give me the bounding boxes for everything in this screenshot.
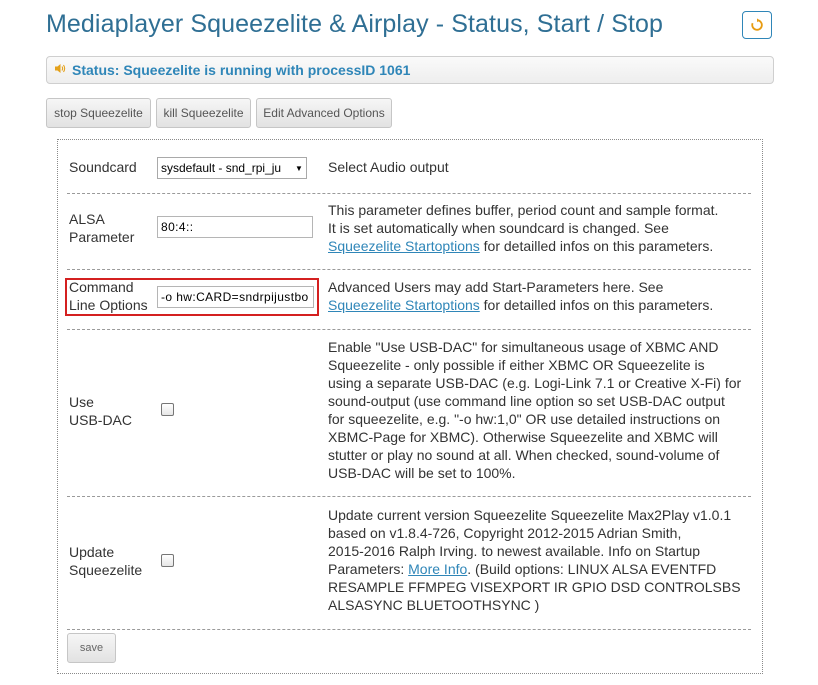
alsa-desc-line1: This parameter defines buffer, period co… [328, 202, 719, 218]
save-button[interactable]: save [67, 633, 116, 663]
squeezelite-startoptions-link[interactable]: Squeezelite Startoptions [328, 238, 480, 254]
usb-desc-line: XBMC-Page for XBMC). Otherwise Squeezeli… [328, 429, 718, 445]
status-text: Status: Squeezelite is running with proc… [72, 62, 411, 78]
update-squeezelite-checkbox[interactable] [161, 554, 174, 567]
usb-desc-line: sound-output (use command line option so… [328, 393, 725, 409]
refresh-button[interactable] [742, 11, 772, 39]
update-desc-line4-post: . (Build options: LINUX ALSA EVENTFD [467, 561, 717, 577]
kill-squeezelite-button[interactable]: kill Squeezelite [156, 98, 251, 128]
update-desc-line1: Update current version Squeezelite Squee… [328, 507, 732, 523]
update-desc-line6: ALSASYNC BLUETOOTHSYNC ) [328, 597, 540, 613]
command-desc-line2: for detailled infos on this parameters. [479, 297, 714, 313]
alsa-description: This parameter defines buffer, period co… [328, 201, 718, 255]
alsa-label-line1: ALSA [69, 211, 105, 227]
alsa-parameter-label: ALSA Parameter [69, 210, 134, 246]
row-divider [67, 269, 751, 270]
command-line-description: Advanced Users may add Start-Parameters … [328, 278, 713, 314]
update-desc-line3: 2015-2016 Ralph Irving. to newest availa… [328, 543, 701, 559]
update-desc-line4-pre: Parameters: [328, 561, 409, 577]
use-usb-dac-label: Use USB-DAC [69, 393, 132, 429]
usb-desc-line: USB-DAC will be set to 100%. [328, 465, 516, 481]
alsa-desc-line2: It is set automatically when soundcard i… [328, 220, 669, 236]
chevron-down-icon: ▼ [295, 163, 303, 173]
update-desc-line5: RESAMPLE FFMPEG VISEXPORT IR GPIO DSD CO… [328, 579, 741, 595]
usb-dac-description: Enable "Use USB-DAC" for simultaneous us… [328, 338, 741, 482]
update-label-line1: Update [69, 544, 115, 560]
alsa-desc-line3: for detailled infos on this parameters. [479, 238, 714, 254]
usb-desc-line: for squeezelite, e.g. "-o hw:1,0" OR use… [328, 411, 721, 427]
highlight-annotation [65, 278, 319, 316]
update-desc-line2: based on v1.8.4-726, Copyright 2012-2015… [328, 525, 682, 541]
update-squeezelite-label: Update Squeezelite [69, 543, 142, 579]
row-divider [67, 629, 751, 630]
usb-desc-line: Squeezelite - only possible if either XB… [328, 357, 705, 373]
soundcard-description: Select Audio output [328, 159, 449, 175]
update-label-line2: Squeezelite [69, 562, 143, 578]
soundcard-selected-value: sysdefault - snd_rpi_ju [161, 161, 282, 175]
soundcard-label: Soundcard [69, 159, 137, 175]
row-divider [67, 329, 751, 330]
row-divider [67, 193, 751, 194]
soundcard-select[interactable]: sysdefault - snd_rpi_ju ▼ [157, 157, 307, 179]
usb-label-line2: USB-DAC [69, 412, 133, 428]
alsa-parameter-input[interactable]: 80:4:: [157, 216, 313, 238]
usb-desc-line: Enable "Use USB-DAC" for simultaneous us… [328, 339, 719, 355]
alsa-label-line2: Parameter [69, 229, 135, 245]
row-divider [67, 496, 751, 497]
usb-label-line1: Use [69, 394, 94, 410]
stop-squeezelite-button[interactable]: stop Squeezelite [46, 98, 151, 128]
refresh-icon [751, 18, 763, 31]
usb-desc-line: using a separate USB-DAC (e.g. Logi-Link… [328, 375, 742, 391]
status-bar: Status: Squeezelite is running with proc… [46, 56, 774, 84]
more-info-link[interactable]: More Info [408, 561, 467, 577]
command-desc-line1: Advanced Users may add Start-Parameters … [328, 279, 664, 295]
use-usb-dac-checkbox[interactable] [161, 403, 174, 416]
speaker-icon [55, 63, 66, 77]
update-description: Update current version Squeezelite Squee… [328, 506, 741, 614]
squeezelite-startoptions-link[interactable]: Squeezelite Startoptions [328, 297, 480, 313]
page-title: Mediaplayer Squeezelite & Airplay - Stat… [46, 10, 664, 38]
usb-desc-line: stutter or play no sound at all. When ch… [328, 447, 720, 463]
edit-advanced-options-button[interactable]: Edit Advanced Options [256, 98, 392, 128]
